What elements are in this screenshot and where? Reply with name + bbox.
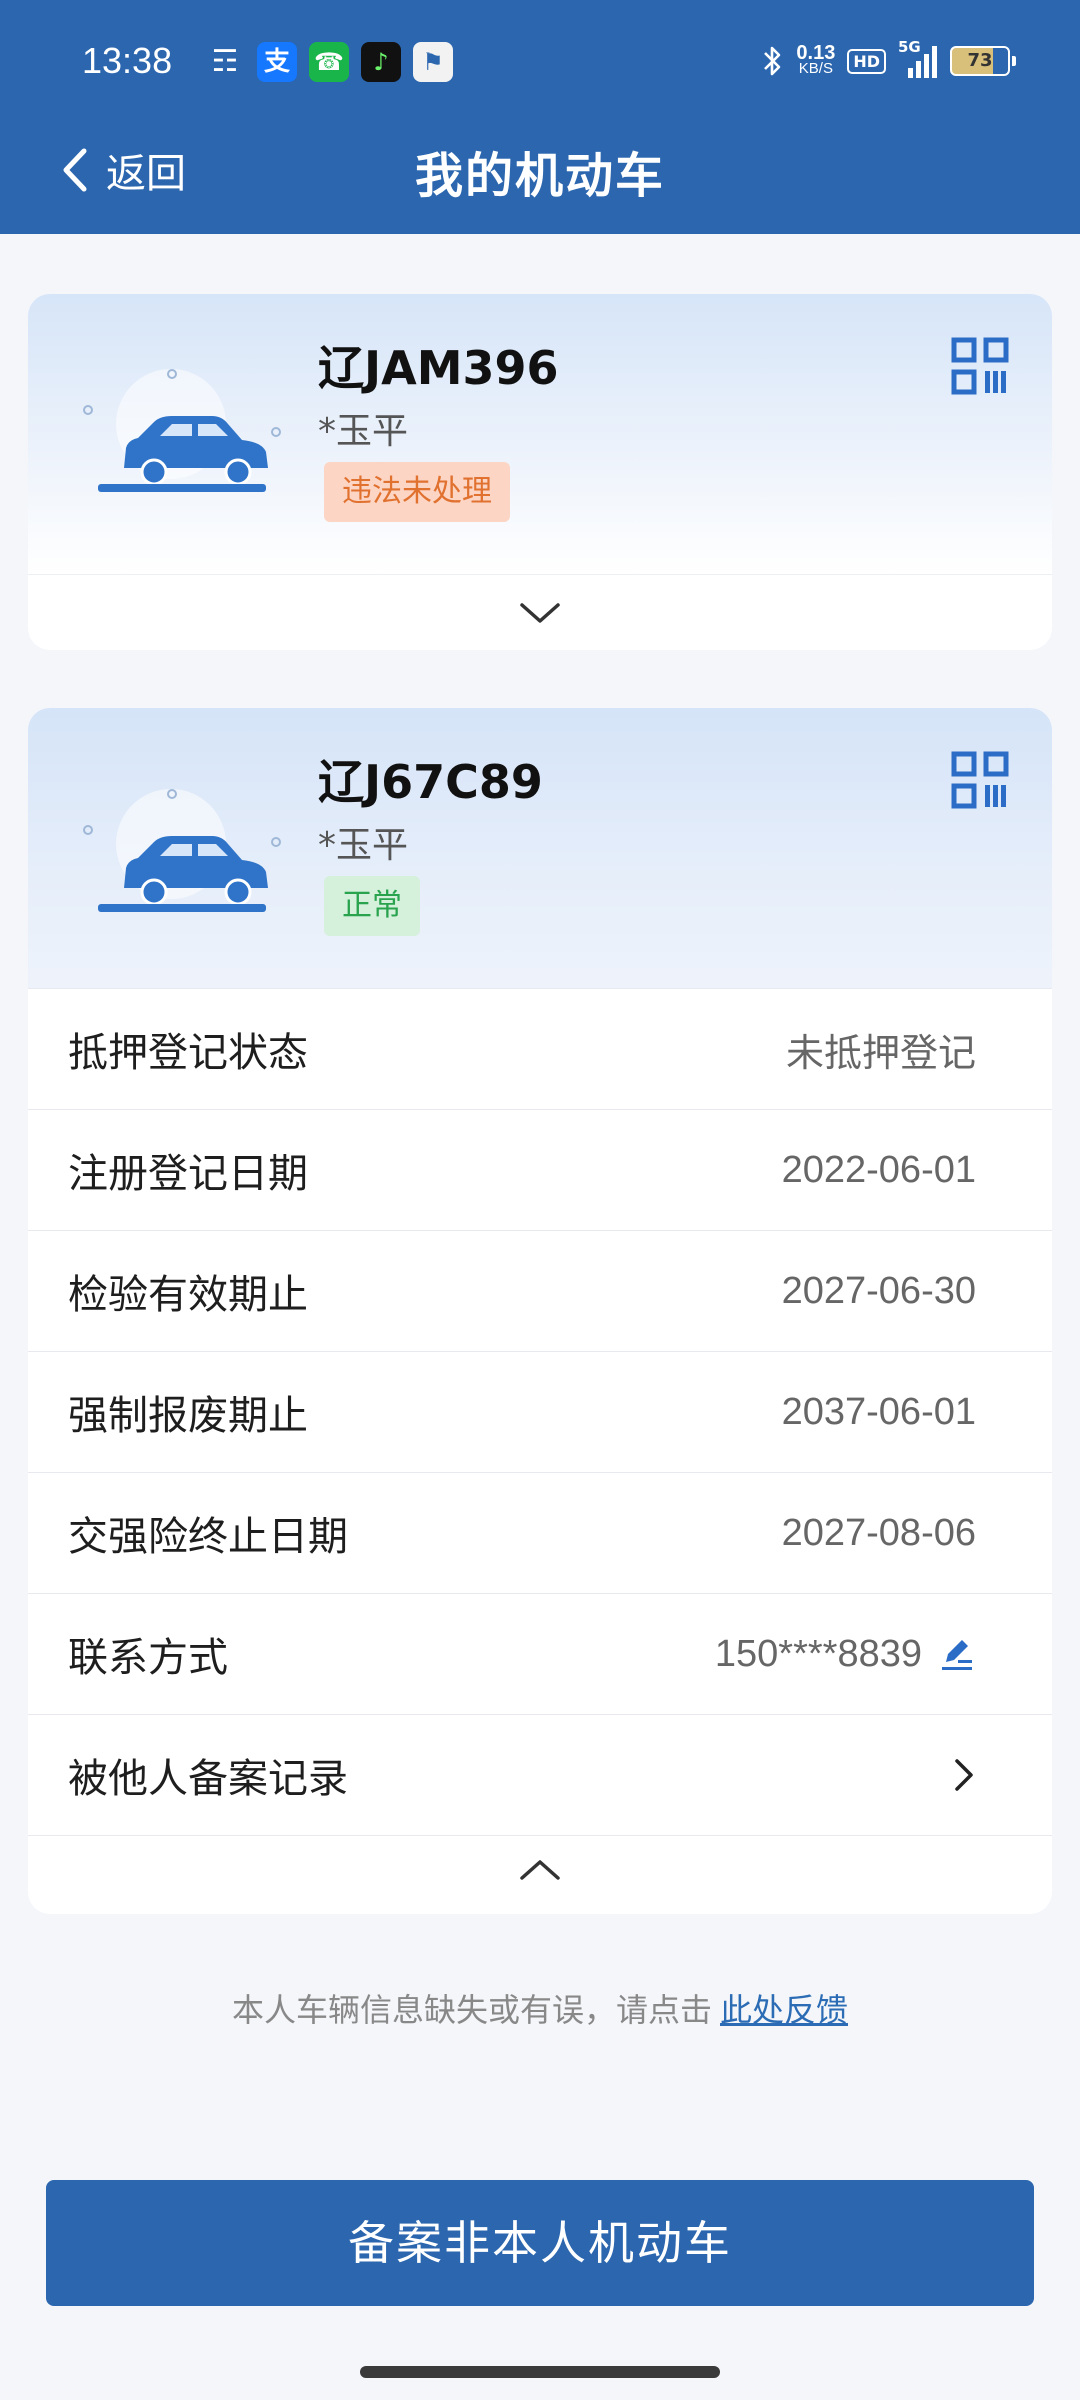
feedback-note: 本人车辆信息缺失或有误，请点击 此处反馈 bbox=[0, 1985, 1080, 2031]
register-other-vehicle-button[interactable]: 备案非本人机动车 bbox=[46, 2180, 1034, 2306]
car-icon bbox=[83, 369, 281, 492]
page-title: 我的机动车 bbox=[414, 148, 665, 204]
row-value: 2037-06-01 bbox=[781, 1390, 976, 1433]
bluetooth-icon bbox=[764, 46, 781, 76]
detail-row-contact[interactable]: 联系方式 150****8839 bbox=[28, 1594, 1052, 1715]
row-label: 交强险终止日期 bbox=[68, 1514, 348, 1560]
row-label: 检验有效期止 bbox=[68, 1272, 308, 1318]
qr-code-icon[interactable] bbox=[950, 336, 1010, 396]
owner-name: *玉平 bbox=[318, 411, 409, 452]
row-label: 被他人备案记录 bbox=[68, 1756, 348, 1802]
detail-row-insurance-end-date: 交强险终止日期 2027-08-06 bbox=[28, 1473, 1052, 1594]
hd-badge: HD bbox=[847, 48, 886, 74]
alipay-icon: 支 bbox=[257, 42, 297, 82]
plate-number: 辽J67C89 bbox=[318, 755, 543, 809]
detail-row-scrap-deadline: 强制报废期止 2037-06-01 bbox=[28, 1352, 1052, 1473]
network-type: 5G bbox=[898, 38, 921, 56]
battery-indicator: 73 bbox=[950, 46, 1016, 76]
phone-icon: ☎ bbox=[309, 42, 349, 82]
chevron-down-icon bbox=[520, 603, 560, 623]
vehicle-card: 辽J67C89 *玉平 正常 抵押登记状态 未抵押登记 注册登记日期 2022-… bbox=[28, 708, 1052, 1914]
row-label: 抵押登记状态 bbox=[68, 1030, 308, 1076]
plate-number: 辽JAM396 bbox=[318, 341, 559, 395]
tiktok-icon: ♪ bbox=[361, 42, 401, 82]
vehicle-card: 辽JAM396 *玉平 违法未处理 bbox=[28, 294, 1052, 650]
detail-row-inspection-valid-until: 检验有效期止 2027-06-30 bbox=[28, 1231, 1052, 1352]
row-value-contact: 150****8839 bbox=[715, 1633, 976, 1676]
chevron-up-icon bbox=[520, 1860, 560, 1880]
owner-name: *玉平 bbox=[318, 825, 409, 866]
row-label: 联系方式 bbox=[68, 1635, 228, 1681]
status-time: 13:38 bbox=[82, 40, 173, 81]
net-speed: 0.13 KB/S bbox=[796, 42, 836, 77]
vehicle-card-header[interactable]: 辽JAM396 *玉平 违法未处理 bbox=[28, 294, 1052, 574]
car-icon bbox=[83, 789, 281, 912]
net-speed-value: 0.13 bbox=[796, 42, 836, 64]
row-value: 2022-06-01 bbox=[781, 1148, 976, 1191]
detail-row-mortgage-status: 抵押登记状态 未抵押登记 bbox=[28, 989, 1052, 1110]
row-value: 未抵押登记 bbox=[785, 1030, 976, 1075]
row-label: 强制报废期止 bbox=[68, 1393, 308, 1439]
home-indicator[interactable] bbox=[360, 2366, 720, 2378]
net-speed-unit: KB/S bbox=[798, 60, 833, 77]
vehicle-card-header[interactable]: 辽J67C89 *玉平 正常 bbox=[28, 708, 1052, 989]
status-bar: 13:38 ☶ 支 ☎ ♪ ⚑ 0.13 KB/S HD 5G 73 bbox=[0, 0, 1080, 120]
row-value: 2027-06-30 bbox=[781, 1269, 976, 1312]
status-right: 0.13 KB/S HD 5G 73 bbox=[762, 36, 1016, 86]
news-icon: ⚑ bbox=[413, 42, 453, 82]
edit-pen-icon[interactable] bbox=[936, 1634, 976, 1674]
expand-toggle[interactable] bbox=[28, 574, 1052, 650]
status-badge: 正常 bbox=[324, 876, 420, 936]
wechat-icon: ☶ bbox=[211, 44, 239, 79]
feedback-link[interactable]: 此处反馈 bbox=[720, 1991, 848, 2029]
row-value: 2027-08-06 bbox=[781, 1511, 976, 1554]
row-label: 注册登记日期 bbox=[68, 1151, 308, 1197]
chevron-right-icon bbox=[955, 1759, 973, 1791]
qr-code-icon[interactable] bbox=[950, 750, 1010, 810]
detail-row-registration-date: 注册登记日期 2022-06-01 bbox=[28, 1110, 1052, 1231]
signal-group: 5G bbox=[898, 38, 938, 78]
detail-row-filed-by-others[interactable]: 被他人备案记录 bbox=[28, 1715, 1052, 1836]
top-bar: 13:38 ☶ 支 ☎ ♪ ⚑ 0.13 KB/S HD 5G 73 返回 我的… bbox=[0, 0, 1080, 234]
collapse-toggle[interactable] bbox=[28, 1836, 1052, 1904]
status-badge: 违法未处理 bbox=[324, 462, 510, 522]
contact-phone: 150****8839 bbox=[714, 1632, 922, 1675]
status-app-icons: ☶ 支 ☎ ♪ ⚑ bbox=[205, 40, 453, 84]
feedback-text: 本人车辆信息缺失或有误，请点击 bbox=[231, 1991, 712, 2029]
